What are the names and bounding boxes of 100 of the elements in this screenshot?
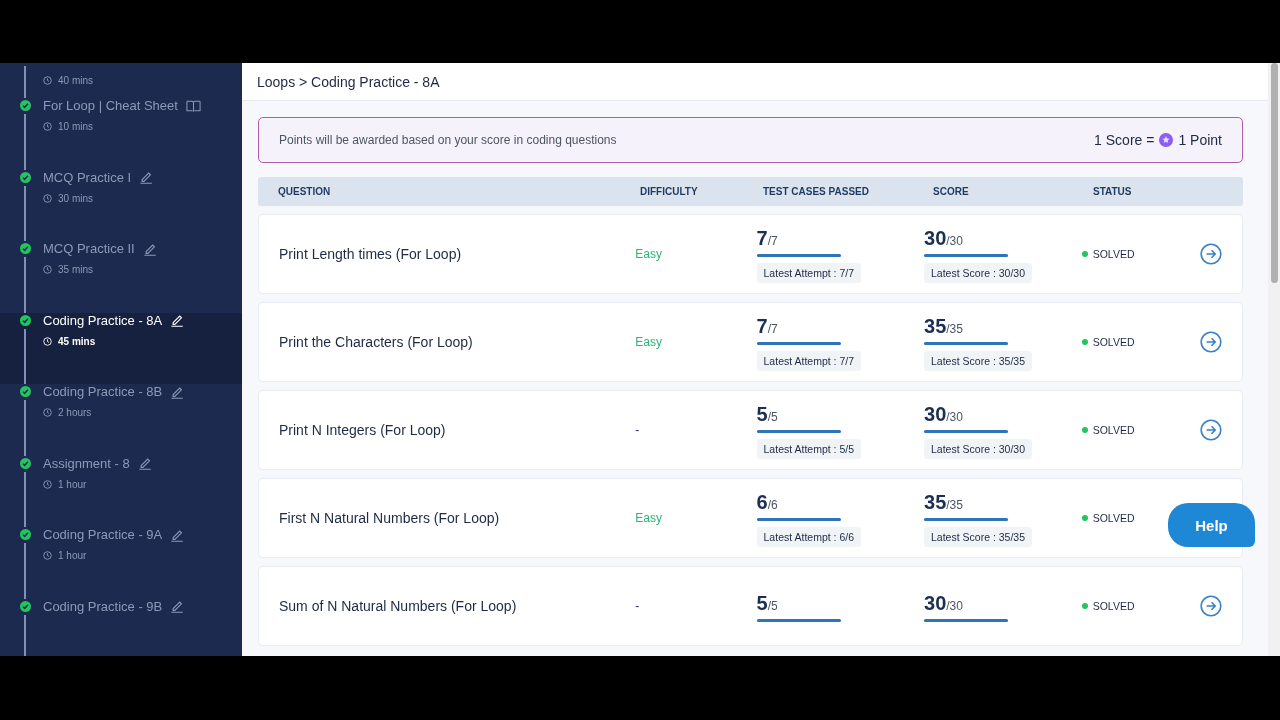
sidebar-item[interactable]: MCQ Practice I 30 mins [0, 169, 242, 241]
difficulty-label: - [634, 599, 641, 613]
sidebar-item[interactable]: For Loop | Cheat Sheet 10 mins [0, 98, 242, 170]
scrollbar[interactable] [1268, 63, 1280, 656]
check-circle-icon [19, 243, 31, 254]
status-label: SOLVED [1092, 600, 1135, 612]
check-circle-icon [19, 457, 31, 469]
item-title: Coding Practice - 9B [43, 598, 163, 614]
column-header: TEST CASES PASSED [762, 186, 870, 197]
status-label: SOLVED [1092, 512, 1135, 524]
latest-score-chip: Latest Score : 35/35 [924, 351, 1032, 371]
score-total: /35 [946, 498, 963, 512]
latest-score-chip: Latest Score : 35/35 [924, 527, 1032, 547]
sidebar-item[interactable]: Coding Practice - 8A 45 mins [0, 312, 242, 384]
star-coin-icon [1159, 133, 1174, 147]
question-row[interactable]: Print Length times (For Loop) Easy 7/7 Latest Attempt : 7/7 30/30 Latest Score : 30/30 SOLVED [258, 214, 1243, 294]
status-label: SOLVED [1092, 248, 1135, 260]
score-total: /30 [946, 410, 963, 424]
arrow-right-circle-icon[interactable] [1200, 595, 1222, 617]
item-duration: 30 mins [58, 192, 93, 204]
sidebar-item[interactable]: Assignment - 8 1 hour [0, 455, 242, 527]
item-duration: 1 hour [58, 478, 87, 490]
clock-icon [43, 408, 52, 417]
question-title: First N Natural Numbers (For Loop) [278, 510, 501, 526]
latest-score-chip: Latest Score : 30/30 [924, 263, 1032, 283]
sidebar-item[interactable]: 40 mins [0, 63, 242, 98]
item-title: MCQ Practice I [43, 169, 132, 185]
total-count: /7 [767, 322, 778, 336]
sidebar-item[interactable]: Coding Practice - 8B 2 hours [0, 384, 242, 456]
score-value: 30 [924, 592, 947, 615]
clock-icon [43, 193, 52, 203]
check-circle-icon [19, 386, 31, 397]
passed-count: 5 [756, 403, 768, 426]
item-duration: 35 mins [58, 264, 93, 275]
item-duration: 45 mins [58, 335, 96, 347]
column-header: STATUS [1092, 186, 1133, 197]
column-header: SCORE [932, 186, 970, 197]
score-value: 35 [924, 491, 947, 514]
question-title: Print N Integers (For Loop) [278, 422, 447, 438]
clock-icon [43, 265, 52, 274]
pencil-icon [170, 527, 186, 542]
sidebar-item[interactable]: MCQ Practice II 35 mins [0, 241, 242, 313]
passed-count: 7 [756, 315, 768, 338]
item-title: MCQ Practice II [43, 241, 135, 256]
clock-icon [43, 479, 52, 489]
status-label: SOLVED [1092, 336, 1135, 348]
item-duration: 2 hours [58, 407, 92, 418]
question-title: Print Length times (For Loop) [278, 246, 463, 262]
item-duration: 40 mins [58, 75, 93, 86]
sidebar-item[interactable]: Coding Practice - 9B [0, 598, 242, 656]
question-title: Print the Characters (For Loop) [278, 334, 474, 350]
score-total: /35 [946, 322, 963, 336]
total-count: /5 [767, 410, 778, 424]
total-count: /6 [767, 498, 778, 512]
check-circle-icon [19, 600, 31, 612]
arrow-right-circle-icon[interactable] [1200, 331, 1222, 353]
item-title: Coding Practice - 8B [43, 384, 163, 399]
arrow-right-circle-icon[interactable] [1200, 419, 1222, 441]
score-total: /30 [946, 234, 963, 248]
check-circle-icon [19, 529, 31, 540]
score-total: /30 [946, 599, 963, 613]
latest-attempt-chip: Latest Attempt : 7/7 [756, 351, 861, 371]
latest-attempt-chip: Latest Attempt : 5/5 [756, 439, 861, 459]
check-circle-icon [19, 171, 31, 183]
item-title: Assignment - 8 [43, 455, 130, 471]
passed-count: 5 [756, 592, 768, 615]
check-circle-icon [19, 100, 31, 111]
item-title: Coding Practice - 9A [43, 527, 163, 542]
column-header: QUESTION [277, 186, 332, 197]
status-label: SOLVED [1092, 424, 1135, 436]
item-title: For Loop | Cheat Sheet [43, 98, 178, 113]
score-value: 35 [924, 315, 947, 338]
difficulty-label: - [634, 423, 641, 437]
column-header: DIFFICULTY [639, 186, 699, 197]
score-value: 30 [924, 403, 947, 426]
pencil-icon [137, 456, 153, 470]
difficulty-label: Easy [634, 247, 663, 261]
sidebar-item[interactable]: Coding Practice - 9A 1 hour [0, 527, 242, 599]
arrow-right-circle-icon[interactable] [1200, 243, 1222, 265]
difficulty-label: Easy [634, 335, 663, 349]
pencil-icon [170, 313, 186, 327]
pencil-icon [139, 170, 155, 184]
passed-count: 6 [756, 491, 768, 514]
question-row[interactable]: Print N Integers (For Loop) - 5/5 Latest Attempt : 5/5 30/30 Latest Score : 30/30 SOLVED [258, 390, 1243, 470]
point-label: 1 Point [1178, 132, 1222, 148]
check-circle-icon [19, 314, 31, 326]
item-duration: 10 mins [58, 121, 93, 132]
total-count: /7 [767, 234, 778, 248]
clock-icon [43, 336, 52, 346]
score-label: 1 Score = [1094, 132, 1155, 148]
pencil-icon [170, 384, 186, 399]
clock-icon [43, 76, 52, 85]
notice-text: Points will be awarded based on your score in coding questions [279, 133, 617, 147]
latest-attempt-chip: Latest Attempt : 6/6 [756, 527, 861, 547]
breadcrumb: Loops > Coding Practice - 8A [257, 73, 440, 90]
passed-count: 7 [756, 227, 768, 250]
question-row[interactable]: Print the Characters (For Loop) Easy 7/7 Latest Attempt : 7/7 35/35 Latest Score : 35/35 SOLVED [258, 302, 1243, 382]
help-button[interactable]: Help [1168, 503, 1255, 547]
question-row[interactable]: Sum of N Natural Numbers (For Loop) - 5/5 30/30 SOLVED [258, 566, 1243, 646]
pencil-icon [170, 599, 186, 613]
